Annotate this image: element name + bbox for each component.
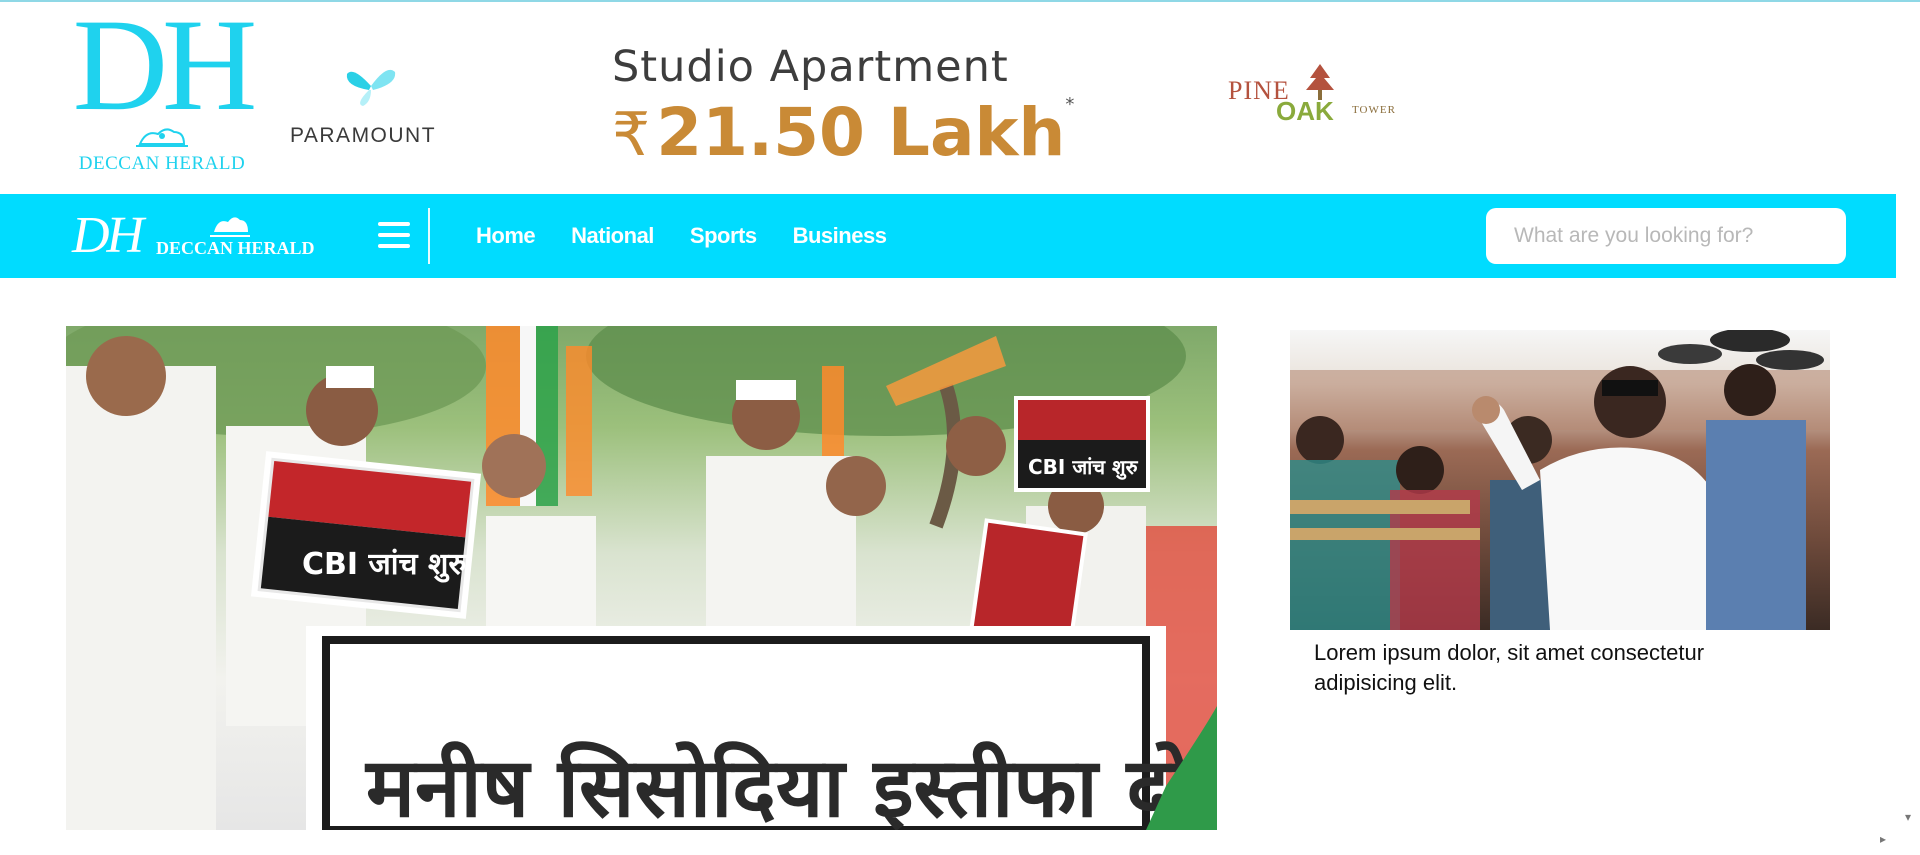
scroll-down-icon[interactable]: ▾ bbox=[1905, 810, 1911, 824]
side-photo[interactable] bbox=[1290, 330, 1830, 630]
nav-logo-monogram: DH bbox=[72, 207, 144, 264]
menu-bar bbox=[378, 233, 410, 237]
nav-link-sports[interactable]: Sports bbox=[690, 223, 757, 249]
nav-link-business[interactable]: Business bbox=[793, 223, 887, 249]
nav-links: Home National Sports Business bbox=[476, 194, 887, 278]
search-input[interactable] bbox=[1486, 208, 1846, 264]
side-story-caption[interactable]: Lorem ipsum dolor, sit amet consectetur … bbox=[1314, 638, 1784, 698]
butterfly-icon bbox=[346, 69, 396, 106]
pine-oak-tower-logo: PINE OAK TOWER bbox=[1228, 60, 1410, 140]
advertiser-name: PARAMOUNT bbox=[289, 124, 437, 147]
main-navbar: DH DECCAN HERALD Home National Sports Bu… bbox=[0, 194, 1896, 278]
menu-icon[interactable] bbox=[378, 222, 410, 250]
logo-monogram: DH bbox=[72, 0, 258, 138]
nav-logo[interactable]: DH DECCAN HERALD bbox=[72, 208, 322, 264]
tower-text: TOWER bbox=[1352, 104, 1396, 116]
hero-photo[interactable]: CBI जांच शुरु CBI जांच शुरु मनीष सिसोदिय… bbox=[66, 326, 1217, 830]
paramount-logo: PARAMOUNT bbox=[288, 64, 438, 147]
nav-logo-name: DECCAN HERALD bbox=[156, 238, 315, 258]
deccan-herald-logo[interactable]: DH DECCAN HERALD bbox=[64, 0, 260, 180]
menu-bar bbox=[378, 222, 410, 226]
ad-price: ₹21.50 Lakh* bbox=[612, 94, 1074, 171]
oak-text: OAK bbox=[1276, 96, 1334, 126]
menu-bar bbox=[378, 244, 410, 248]
nav-link-national[interactable]: National bbox=[571, 223, 654, 249]
ad-headline: Studio Apartment bbox=[612, 42, 1009, 92]
nav-divider bbox=[428, 208, 430, 264]
nav-emblem-icon bbox=[210, 217, 250, 237]
nav-link-home[interactable]: Home bbox=[476, 223, 536, 249]
emblem-icon bbox=[136, 128, 188, 147]
scroll-right-icon[interactable]: ▸ bbox=[1880, 832, 1886, 846]
logo-name: DECCAN HERALD bbox=[78, 153, 246, 174]
placard-text-2: CBI जांच शुरु bbox=[1028, 455, 1139, 480]
price-footnote-mark: * bbox=[1065, 94, 1075, 115]
side-photo-illustration bbox=[1290, 330, 1830, 630]
price-value: 21.50 Lakh bbox=[656, 94, 1066, 171]
masthead: DH DECCAN HERALD PARAMOUNT Studio Apartm… bbox=[0, 0, 1920, 194]
hero-photo-illustration: CBI जांच शुरु CBI जांच शुरु मनीष सिसोदिय… bbox=[66, 326, 1217, 830]
banner-text: मनीष सिसोदिया इस्तीफा दो bbox=[364, 741, 1194, 830]
placard-text-1: CBI जांच शुरु bbox=[302, 547, 467, 583]
rupee-symbol: ₹ bbox=[612, 100, 651, 170]
advertisement-banner[interactable]: PARAMOUNT Studio Apartment ₹21.50 Lakh* … bbox=[280, 42, 1420, 172]
